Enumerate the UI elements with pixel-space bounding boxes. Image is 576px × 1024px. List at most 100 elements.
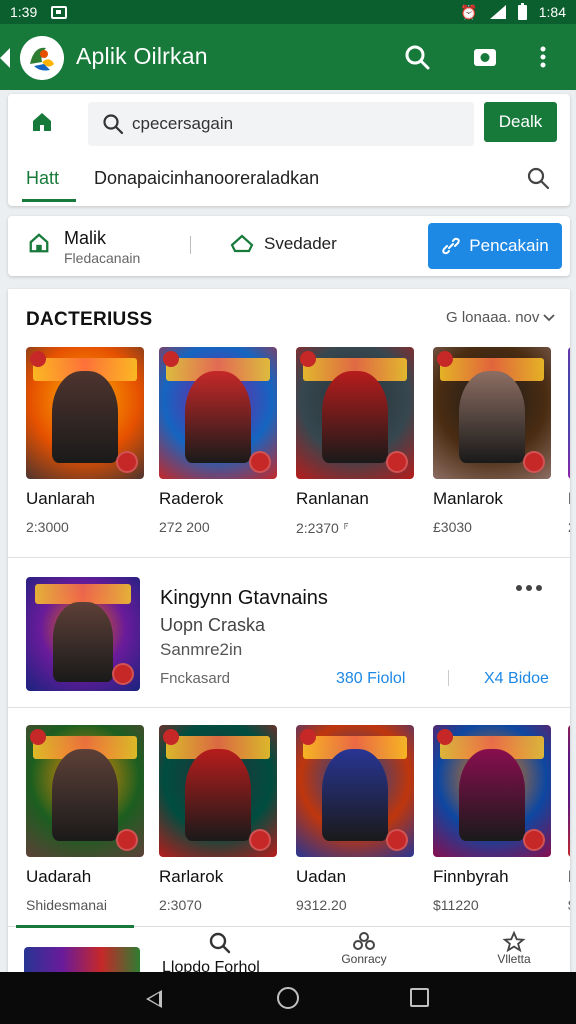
- game-meta: 2:3070: [159, 897, 202, 913]
- featured-footer: Fnckasard: [160, 670, 231, 687]
- more-vert-icon[interactable]: [528, 42, 558, 72]
- game-title[interactable]: Rarlarok: [159, 867, 223, 887]
- game-tile[interactable]: F2: [568, 347, 570, 535]
- featured-link-1[interactable]: 380 Fiolol: [336, 670, 405, 688]
- bottom-nav-category[interactable]: Gonracy: [334, 931, 394, 966]
- badge-icon: [30, 351, 46, 367]
- game-art-image[interactable]: [26, 347, 144, 479]
- featured-game-art[interactable]: [26, 577, 140, 691]
- character-figure: [321, 748, 389, 842]
- app-logo: [20, 36, 64, 80]
- game-tile[interactable]: Uadarah Shidesmanai: [26, 725, 144, 913]
- bottom-nav-search[interactable]: [200, 931, 240, 958]
- character-figure: [53, 602, 113, 682]
- image-notification-icon: [51, 5, 68, 19]
- section-more-link[interactable]: G lonaaa. nov: [446, 309, 556, 326]
- game-art-image[interactable]: [568, 347, 570, 479]
- tab-secondary[interactable]: Donapaicinhanooreraladkan: [94, 168, 319, 189]
- game-meta: 9312.20: [296, 897, 347, 913]
- game-title[interactable]: Finnbyrah: [433, 867, 509, 887]
- search-submit-button[interactable]: Dealk: [484, 102, 557, 142]
- game-meta: 272 200: [159, 519, 210, 535]
- home-icon[interactable]: [28, 232, 50, 259]
- status-bar: 1:39 ⏰ 1:84: [0, 0, 576, 24]
- bottom-nav-category-label: Gonracy: [341, 952, 387, 966]
- back-arrow-icon[interactable]: [0, 48, 10, 68]
- character-figure: [184, 370, 252, 464]
- character-figure: [184, 748, 252, 842]
- game-tile[interactable]: Manlarok £3030: [433, 347, 551, 535]
- game-art-image[interactable]: [568, 725, 570, 857]
- more-horiz-icon[interactable]: [516, 585, 542, 591]
- game-list-card: DACTERIUSS G lonaaa. nov Uanlarah 2:3000 R…: [8, 289, 570, 979]
- game-title[interactable]: Raderok: [159, 489, 223, 509]
- section-more-label: G lonaaa. nov: [446, 309, 540, 326]
- system-home-icon[interactable]: [277, 987, 299, 1009]
- game-art-image[interactable]: [159, 725, 277, 857]
- game-title[interactable]: Uanlarah: [26, 489, 95, 509]
- tab-search-icon[interactable]: [526, 166, 550, 195]
- badge-icon: [30, 729, 46, 745]
- game-tile[interactable]: Ranlanan 2:2370 ⸁: [296, 347, 414, 536]
- featured-subtitle-2: Sanmre2in: [160, 640, 243, 659]
- featured-title[interactable]: Kingynn Gtavnains: [160, 587, 328, 610]
- star-icon: [502, 930, 526, 953]
- game-title[interactable]: Uadan: [296, 867, 346, 887]
- action-button[interactable]: Pencakain: [428, 223, 562, 269]
- section-title: DACTERIUSS: [26, 309, 153, 330]
- badge-icon: [437, 729, 453, 745]
- game-tile[interactable]: Raderok 272 200: [159, 347, 277, 535]
- game-meta: 2:2370 ⸁: [296, 520, 350, 536]
- system-recents-icon[interactable]: [410, 988, 429, 1007]
- game-tile[interactable]: F$: [568, 725, 570, 913]
- game-tile[interactable]: Rarlarok 2:3070: [159, 725, 277, 913]
- game-title[interactable]: Manlarok: [433, 489, 503, 509]
- shield-badge-icon: [249, 451, 271, 473]
- search-input[interactable]: [132, 102, 462, 146]
- game-art-image[interactable]: [296, 347, 414, 479]
- shield-badge-icon: [523, 451, 545, 473]
- system-back-icon[interactable]: [146, 990, 162, 1008]
- search-icon[interactable]: [402, 42, 432, 72]
- game-tile[interactable]: Uanlarah 2:3000: [26, 347, 144, 535]
- featured-link-2[interactable]: X4 Bidoe: [484, 670, 549, 688]
- game-meta: $: [568, 897, 570, 913]
- system-navigation-bar: [0, 972, 576, 1024]
- filter-item-2[interactable]: Svedader: [264, 234, 337, 254]
- game-title[interactable]: Ranlanan: [296, 489, 369, 509]
- signal-icon: [489, 5, 506, 19]
- badge-icon: [163, 351, 179, 367]
- game-meta: $11220: [433, 897, 479, 913]
- game-title[interactable]: F: [568, 489, 570, 509]
- badge-icon: [163, 729, 179, 745]
- game-tile[interactable]: Uadan 9312.20: [296, 725, 414, 913]
- game-art-image[interactable]: [433, 725, 551, 857]
- link-icon: [442, 237, 461, 255]
- bottom-nav-indicator: [16, 925, 134, 928]
- home-icon[interactable]: [30, 110, 54, 139]
- shield-badge-icon: [386, 451, 408, 473]
- game-art-image[interactable]: [433, 347, 551, 479]
- camera-icon[interactable]: [470, 42, 500, 72]
- shield-badge-icon: [112, 663, 134, 685]
- peek-game-thumbnail[interactable]: [24, 947, 140, 973]
- bottom-navigation: Llopdo Forhol Gonracy Vlletta: [8, 925, 570, 976]
- game-meta: £3030: [433, 519, 472, 535]
- game-title[interactable]: F: [568, 867, 570, 887]
- game-title[interactable]: Uadarah: [26, 867, 91, 887]
- shield-badge-icon: [249, 829, 271, 851]
- game-art-image[interactable]: [26, 725, 144, 857]
- filter-item-title[interactable]: Malik: [64, 228, 106, 249]
- character-figure: [458, 370, 526, 464]
- badge-icon: [437, 351, 453, 367]
- game-art-image[interactable]: [296, 725, 414, 857]
- bottom-nav-favorites[interactable]: Vlletta: [486, 930, 542, 966]
- divider: [190, 236, 191, 254]
- home-outline-icon[interactable]: [230, 232, 254, 259]
- search-field[interactable]: [88, 102, 474, 146]
- tab-hatt[interactable]: Hatt: [26, 168, 59, 189]
- filter-card: Malik Fledacanain Svedader Pencakain: [8, 216, 570, 276]
- game-tile[interactable]: Finnbyrah $11220: [433, 725, 551, 913]
- game-art-image[interactable]: [159, 347, 277, 479]
- shield-badge-icon: [116, 451, 138, 473]
